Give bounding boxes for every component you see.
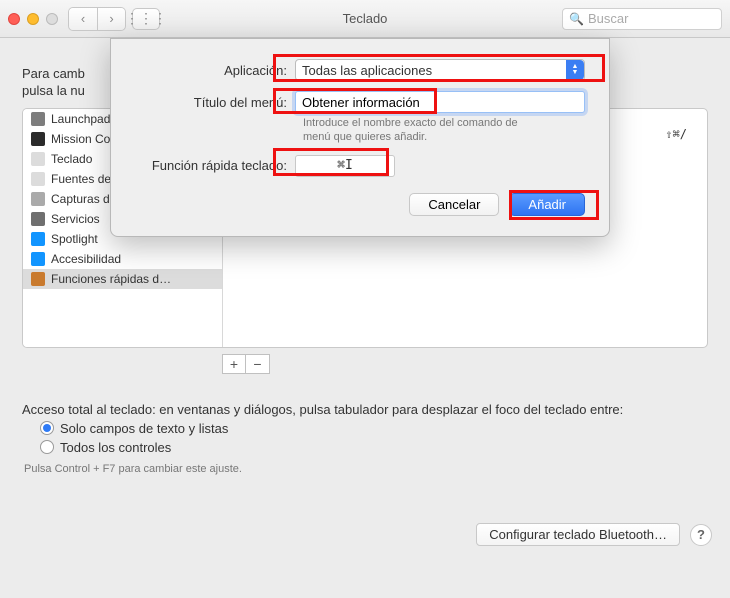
search-placeholder: Buscar [588,11,628,26]
cancel-button[interactable]: Cancelar [409,193,499,216]
radio-label: Solo campos de texto y listas [60,421,228,436]
category-icon [31,232,45,246]
add-button[interactable]: Añadir [509,193,585,216]
label-menu-title: Título del menú: [135,95,295,110]
bottom-bar: Configurar teclado Bluetooth… ? [476,523,712,546]
sidebar-item-label: Servicios [51,212,100,226]
radio-all-controls[interactable]: Todos los controles [40,440,708,455]
window-controls [8,13,58,25]
titlebar: ‹ › ⋮⋮⋮ Teclado 🔍 Buscar [0,0,730,38]
menu-title-input[interactable] [295,91,585,113]
category-icon [31,272,45,286]
sidebar-item[interactable]: Funciones rápidas d… [23,269,222,289]
bluetooth-keyboard-button[interactable]: Configurar teclado Bluetooth… [476,523,680,546]
search-input[interactable]: 🔍 Buscar [562,8,722,30]
label-shortcut: Función rápida teclado: [135,158,295,173]
category-icon [31,132,45,146]
back-icon[interactable]: ‹ [69,8,97,30]
category-icon [31,212,45,226]
radio-label: Todos los controles [60,440,171,455]
radio-text-fields[interactable]: Solo campos de texto y listas [40,421,708,436]
sidebar-item-label: Spotlight [51,232,98,246]
desc-frag-3: pulsa la nu [22,83,85,98]
nav-back-forward[interactable]: ‹ › [68,7,126,31]
shortcut-input[interactable]: ⌘I [295,155,395,177]
full-keyboard-access: Acceso total al teclado: en ventanas y d… [22,402,708,475]
category-icon [31,192,45,206]
close-window-icon[interactable] [8,13,20,25]
sidebar-item-label: Funciones rápidas d… [51,272,171,286]
help-button[interactable]: ? [690,524,712,546]
minimize-window-icon[interactable] [27,13,39,25]
radio-icon[interactable] [40,421,54,435]
access-heading: Acceso total al teclado: en ventanas y d… [22,402,708,417]
add-remove-controls: +− [222,354,708,374]
desc-frag-1: Para camb [22,66,85,81]
radio-icon[interactable] [40,440,54,454]
access-hint: Pulsa Control + F7 para cambiar este aju… [24,463,708,475]
select-value: Todas las aplicaciones [302,63,432,78]
forward-icon[interactable]: › [97,8,125,30]
zoom-window-icon [46,13,58,25]
sidebar-item[interactable]: Accesibilidad [23,249,222,269]
shortcut-display: ⇧⌘/ [665,127,687,141]
remove-button[interactable]: − [246,354,270,374]
category-icon [31,172,45,186]
show-all-prefs-button[interactable]: ⋮⋮⋮ [132,8,160,30]
search-icon: 🔍 [569,12,584,26]
application-select[interactable]: Todas las aplicaciones ▲▼ [295,59,585,81]
category-icon [31,112,45,126]
chevron-updown-icon: ▲▼ [566,60,584,80]
category-icon [31,252,45,266]
add-button[interactable]: + [222,354,246,374]
menu-title-hint: Introduce el nombre exacto del comando d… [303,117,543,145]
label-application: Aplicación: [135,63,295,78]
sidebar-item-label: Teclado [51,152,92,166]
sidebar-item-label: Accesibilidad [51,252,121,266]
category-icon [31,152,45,166]
add-shortcut-sheet: Aplicación: Todas las aplicaciones ▲▼ Tí… [110,38,610,237]
